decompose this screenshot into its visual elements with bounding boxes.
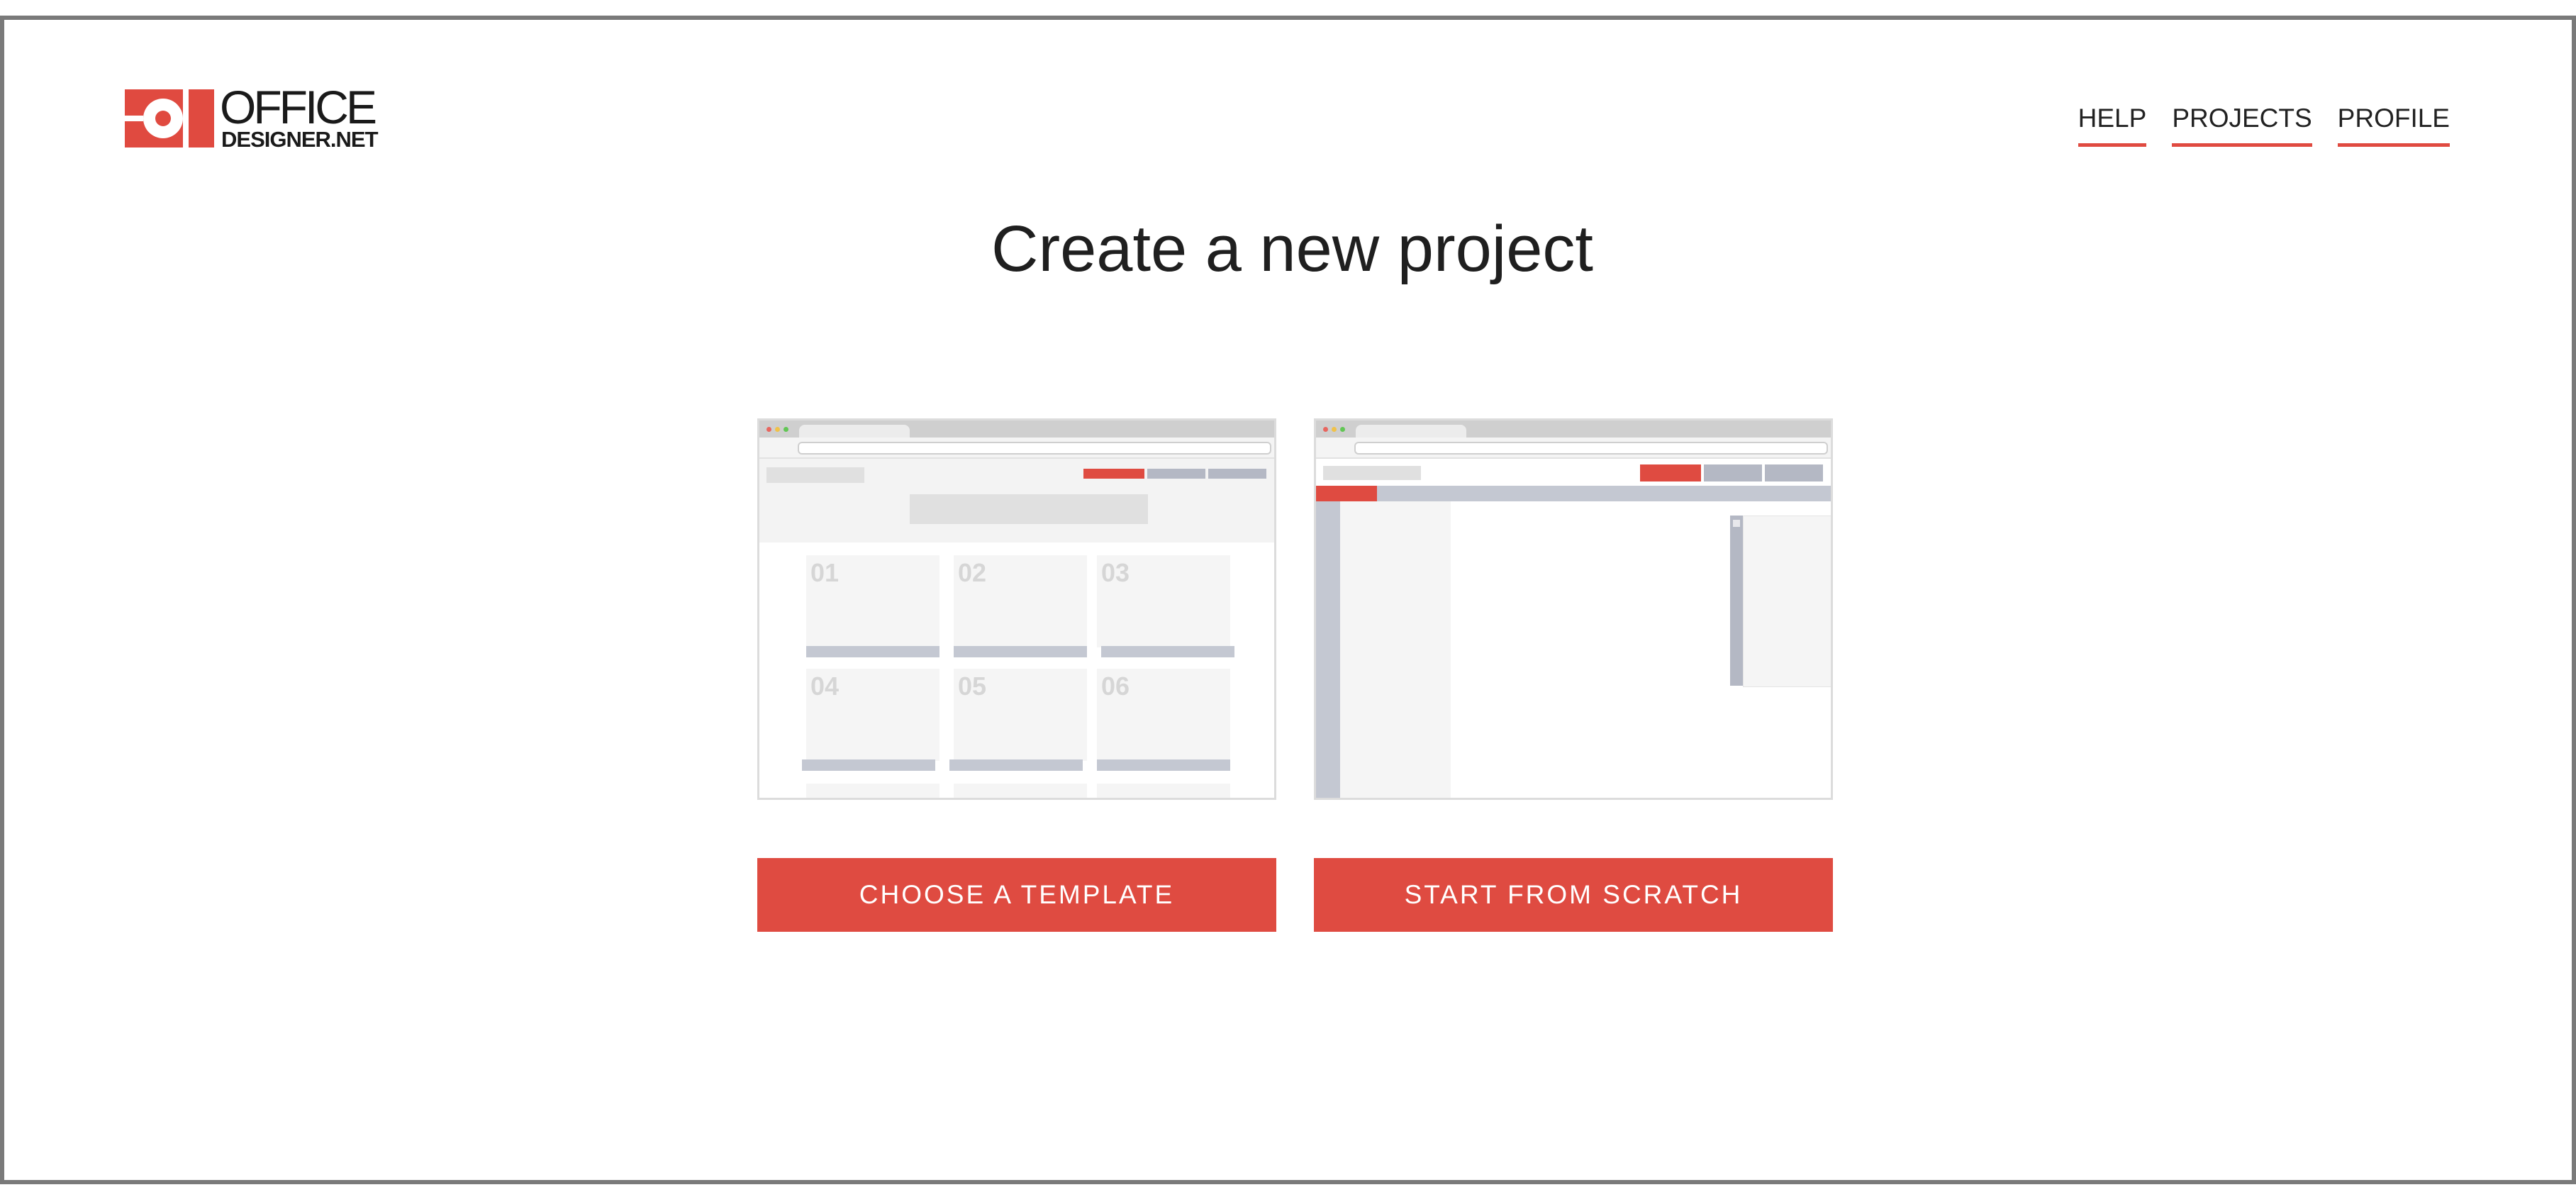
browser-tabbar (1316, 421, 1831, 438)
template-tile: 01 (806, 555, 939, 647)
choose-template-button[interactable]: CHOOSE A TEMPLATE (757, 858, 1276, 932)
editor-nav-placeholder (1704, 464, 1762, 481)
app-window: OFFICE DESIGNER.NET HELP PROJECTS PROFIL… (0, 16, 2576, 1184)
editor-properties-panel (1743, 516, 1831, 687)
template-preview-image[interactable]: 01 02 03 04 05 06 (757, 418, 1276, 800)
template-tile-number: 03 (1101, 558, 1130, 587)
page-title: Create a new project (991, 213, 1593, 285)
editor-nav-placeholder (1640, 464, 1701, 481)
browser-tabbar (759, 421, 1274, 438)
brand-logo[interactable]: OFFICE DESIGNER.NET (125, 84, 387, 152)
template-tile-number: 04 (810, 672, 840, 701)
editor-toolbar (1316, 486, 1831, 501)
template-tile-number: 05 (958, 672, 987, 701)
template-tile: 06 (1097, 669, 1230, 761)
logo-mark-icon (125, 89, 214, 147)
template-tile-caption (949, 759, 1083, 771)
editor-logo-placeholder (1323, 466, 1421, 480)
start-from-scratch-button[interactable]: START FROM SCRATCH (1314, 858, 1833, 932)
template-tile: 04 (806, 669, 939, 761)
brand-name-line2: DESIGNER.NET (221, 127, 379, 152)
editor-toolbar-active (1316, 486, 1377, 501)
template-tile: 05 (954, 669, 1087, 761)
template-tile-number: 06 (1101, 672, 1130, 701)
template-tile-caption (1101, 646, 1234, 657)
template-tile-caption (802, 759, 935, 771)
preview-header-band (759, 459, 1274, 542)
scratch-preview-image[interactable] (1314, 418, 1833, 800)
browser-address-bar (759, 438, 1274, 459)
template-tile-caption (1097, 759, 1230, 771)
brand-name-line1: OFFICE (220, 81, 377, 133)
nav-help-link[interactable]: HELP (2078, 104, 2147, 147)
editor-sidebar-panel (1340, 501, 1451, 798)
nav-projects-link[interactable]: PROJECTS (2172, 104, 2312, 147)
template-tile: 03 (1097, 555, 1230, 647)
template-tile-caption (806, 646, 939, 657)
nav-profile-link[interactable]: PROFILE (2337, 104, 2450, 147)
template-tile-caption (954, 646, 1087, 657)
template-tile-number: 01 (810, 558, 840, 587)
editor-scrollbar (1730, 516, 1743, 686)
browser-address-bar (1316, 438, 1831, 459)
template-tile-number: 02 (958, 558, 987, 587)
editor-nav-placeholder (1765, 464, 1823, 481)
template-tile: 02 (954, 555, 1087, 647)
editor-sidebar-rail (1316, 501, 1340, 798)
top-nav: HELP PROJECTS PROFILE (2078, 104, 2450, 147)
